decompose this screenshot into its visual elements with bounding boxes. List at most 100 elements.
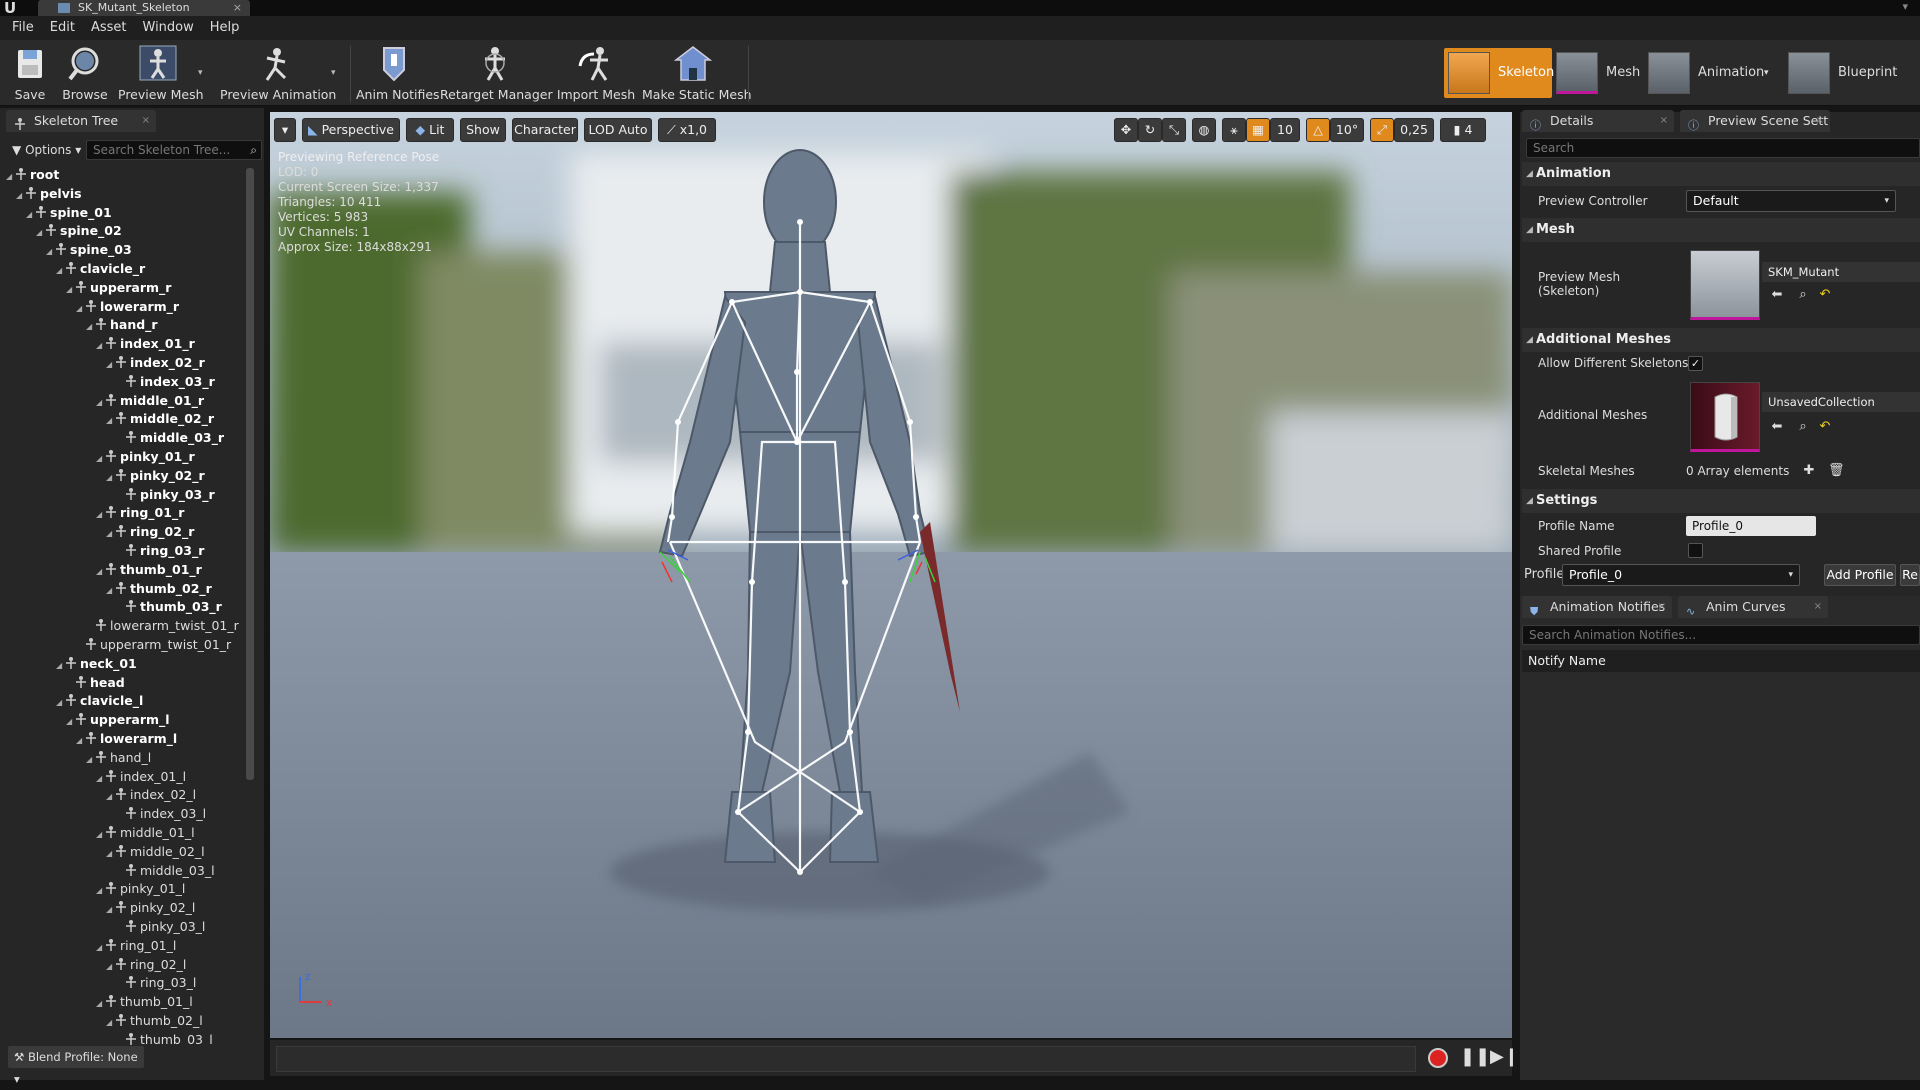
playback-speed-button[interactable]: ⟋ x1,0: [658, 118, 716, 142]
close-panel-icon[interactable]: ×: [1660, 110, 1668, 132]
retarget-manager-button[interactable]: Retarget Manager: [440, 44, 553, 104]
bone-row[interactable]: ◢ index_02_l: [106, 786, 196, 805]
mesh-section-header[interactable]: ◢ Mesh: [1522, 218, 1920, 242]
surface-snap-icon[interactable]: ⚹: [1222, 118, 1246, 142]
bone-row[interactable]: ◢ thumb_01_l: [96, 993, 193, 1012]
bone-row[interactable]: head: [66, 674, 125, 693]
bone-row[interactable]: ◢ ring_01_r: [96, 504, 184, 523]
use-selected-icon[interactable]: ⬅: [1770, 420, 1784, 434]
expand-arrow-icon[interactable]: ◢: [16, 187, 24, 205]
expand-arrow-icon[interactable]: ◢: [106, 469, 114, 487]
remove-profile-button[interactable]: Re: [1900, 564, 1920, 586]
menu-help[interactable]: Help: [202, 16, 248, 40]
browse-asset-icon[interactable]: ⌕: [1796, 288, 1810, 302]
lod-auto-button[interactable]: LOD Auto: [584, 118, 652, 142]
menu-asset[interactable]: Asset: [83, 16, 135, 40]
expand-arrow-icon[interactable]: ◢: [46, 243, 54, 261]
character-button[interactable]: Character: [512, 118, 578, 142]
expand-arrow-icon[interactable]: ◢: [96, 337, 104, 355]
mode-skeleton-tab[interactable]: Skeleton: [1444, 48, 1554, 98]
browse-asset-icon[interactable]: ⌕: [1796, 420, 1810, 434]
options-dropdown[interactable]: ▼ Options ▾: [8, 140, 82, 160]
anim-notifies-button[interactable]: Anim Notifies: [356, 44, 440, 104]
bone-row[interactable]: ◢ index_01_l: [96, 768, 186, 787]
import-mesh-button[interactable]: Import Mesh: [556, 44, 636, 104]
menu-edit[interactable]: Edit: [42, 16, 83, 40]
grid-snap-icon[interactable]: ▦: [1246, 118, 1270, 142]
expand-arrow-icon[interactable]: ◢: [96, 563, 104, 581]
reset-to-default-icon[interactable]: ↶: [1818, 288, 1832, 302]
bone-row[interactable]: ◢ middle_02_r: [106, 410, 214, 429]
bone-row[interactable]: ◢ pinky_01_r: [96, 448, 195, 467]
save-button[interactable]: Save: [8, 44, 52, 104]
notifies-search-input[interactable]: Search Animation Notifies...: [1522, 625, 1920, 645]
expand-arrow-icon[interactable]: ◢: [6, 168, 14, 186]
bone-row[interactable]: ◢ lowerarm_l: [76, 730, 177, 749]
bone-row[interactable]: ◢ ring_02_l: [106, 956, 186, 975]
bone-row[interactable]: ◢ pelvis: [16, 185, 82, 204]
bone-row[interactable]: ◢ upperarm_l: [66, 711, 170, 730]
bone-row[interactable]: pinky_03_r: [116, 486, 215, 505]
anim-curves-tab[interactable]: ∿ Anim Curves ×: [1678, 596, 1828, 618]
expand-arrow-icon[interactable]: ◢: [106, 958, 114, 976]
bone-row[interactable]: lowerarm_twist_01_r: [86, 617, 239, 636]
expand-arrow-icon[interactable]: ◢: [36, 224, 44, 242]
additional-meshes-thumbnail[interactable]: [1690, 382, 1760, 452]
animation-section-header[interactable]: ◢ Animation: [1522, 162, 1920, 186]
translate-mode-icon[interactable]: ✥: [1114, 118, 1138, 142]
bone-row[interactable]: ◢ ring_01_l: [96, 937, 176, 956]
additional-meshes-section-header[interactable]: ◢ Additional Meshes: [1522, 328, 1920, 352]
expand-arrow-icon[interactable]: ◢: [106, 582, 114, 600]
preview-mesh-button[interactable]: Preview Mesh: [118, 44, 204, 104]
close-panel-icon[interactable]: ×: [142, 110, 150, 132]
bone-row[interactable]: ◢ hand_r: [86, 316, 158, 335]
make-static-mesh-button[interactable]: Make Static Mesh: [642, 44, 752, 104]
record-icon[interactable]: [1428, 1048, 1448, 1068]
animation-mode-dropdown-icon[interactable]: ▾: [1764, 48, 1769, 98]
expand-arrow-icon[interactable]: ◢: [66, 281, 74, 299]
skeleton-tree-tab[interactable]: Skeleton Tree ×: [6, 110, 156, 132]
scale-mode-icon[interactable]: ⤡: [1162, 118, 1186, 142]
scale-snap-icon[interactable]: ⤢: [1370, 118, 1394, 142]
bone-row[interactable]: ◢ thumb_01_r: [96, 561, 202, 580]
rotate-mode-icon[interactable]: ↻: [1138, 118, 1162, 142]
close-panel-icon[interactable]: ×: [1816, 110, 1824, 132]
unreal-logo-icon[interactable]: U: [4, 0, 22, 16]
bone-row[interactable]: ◢ index_02_r: [106, 354, 205, 373]
expand-arrow-icon[interactable]: ◢: [96, 939, 104, 957]
expand-arrow-icon[interactable]: ◢: [96, 882, 104, 900]
details-tab[interactable]: ⓘ Details ×: [1522, 110, 1674, 132]
window-menu-icon[interactable]: ▾: [1902, 0, 1908, 13]
expand-arrow-icon[interactable]: ◢: [66, 713, 74, 731]
step-forward-icon[interactable]: ▶❙: [1490, 1046, 1519, 1067]
mode-mesh-tab[interactable]: Mesh: [1556, 48, 1644, 98]
expand-arrow-icon[interactable]: ◢: [106, 788, 114, 806]
expand-arrow-icon[interactable]: ◢: [96, 394, 104, 412]
lit-button[interactable]: ◆ Lit: [406, 118, 454, 142]
expand-arrow-icon[interactable]: ◢: [96, 450, 104, 468]
menu-file[interactable]: File: [4, 16, 42, 40]
bone-row[interactable]: ◢ index_01_r: [96, 335, 195, 354]
rotation-snap-icon[interactable]: △: [1306, 118, 1330, 142]
blend-profile-dropdown[interactable]: ⚒ Blend Profile: None ▾: [8, 1046, 144, 1086]
add-element-icon[interactable]: ✚: [1802, 464, 1816, 478]
details-search-input[interactable]: Search: [1526, 138, 1920, 158]
viewport-options-dropdown[interactable]: ▾: [274, 118, 296, 142]
bone-row[interactable]: ◢ spine_03: [46, 241, 132, 260]
animation-notifies-tab[interactable]: ⛊ Animation Notifies ×: [1522, 596, 1672, 618]
bone-row[interactable]: ◢ ring_02_r: [106, 523, 194, 542]
bone-row[interactable]: ◢ pinky_02_l: [106, 899, 195, 918]
bone-row[interactable]: ◢ middle_02_l: [106, 843, 205, 862]
expand-arrow-icon[interactable]: ◢: [106, 525, 114, 543]
reset-to-default-icon[interactable]: ↶: [1818, 420, 1832, 434]
preview-mesh-dropdown-icon[interactable]: ▾: [198, 68, 203, 78]
bone-row[interactable]: middle_03_r: [116, 429, 224, 448]
notify-name-column-header[interactable]: Notify Name: [1522, 650, 1920, 672]
preview-controller-dropdown[interactable]: Default ▾: [1686, 190, 1896, 212]
preview-animation-button[interactable]: Preview Animation: [220, 44, 336, 104]
bone-row[interactable]: ◢ clavicle_l: [56, 692, 143, 711]
allow-different-skeletons-checkbox[interactable]: ✓: [1688, 356, 1703, 371]
timeline-scrubber[interactable]: [276, 1046, 1416, 1072]
close-panel-icon[interactable]: ×: [1658, 596, 1666, 618]
bone-row[interactable]: ◢ middle_01_r: [96, 392, 204, 411]
